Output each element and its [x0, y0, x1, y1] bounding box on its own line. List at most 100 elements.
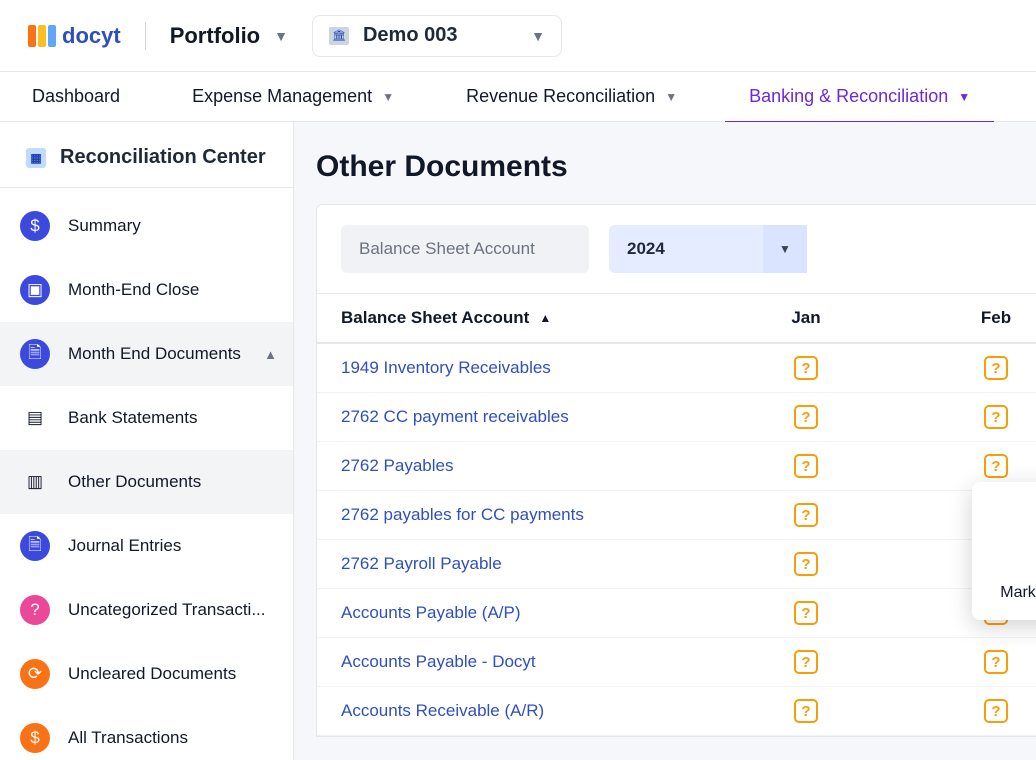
transactions-icon: $: [20, 723, 50, 753]
col-jan-header[interactable]: Jan: [711, 308, 901, 328]
nav-banking-reconciliation[interactable]: Banking & Reconciliation ▼: [713, 72, 1006, 122]
journal-icon: 🗎: [20, 531, 50, 561]
sidebar-item-label: Month End Documents: [68, 344, 246, 364]
nav-business[interactable]: Bu: [1006, 72, 1036, 122]
status-missing-icon[interactable]: ?: [794, 699, 818, 723]
table-row: 2762 payables for CC payments??: [317, 491, 1036, 540]
account-link[interactable]: 2762 CC payment receivables: [317, 407, 711, 427]
divider: [0, 187, 293, 188]
status-missing-icon[interactable]: ?: [794, 601, 818, 625]
sidebar-item-other-documents[interactable]: ▥ Other Documents: [0, 450, 293, 514]
caret-down-icon: ▼: [531, 28, 545, 44]
status-missing-icon[interactable]: ?: [984, 405, 1008, 429]
logo[interactable]: docyt: [28, 23, 121, 49]
status-feb: ?: [901, 650, 1036, 674]
nav-label: Banking & Reconciliation: [749, 86, 948, 107]
status-missing-icon[interactable]: ?: [794, 552, 818, 576]
year-select[interactable]: 2024 ▼: [609, 225, 807, 273]
nav-label: Dashboard: [32, 86, 120, 107]
status-jan: ?: [711, 356, 901, 380]
sidebar-item-all-transactions[interactable]: $ All Transactions: [0, 706, 293, 760]
sidebar-item-month-end-close[interactable]: ▣ Month-End Close: [0, 258, 293, 322]
portfolio-label: Portfolio: [170, 23, 260, 49]
nav-dashboard[interactable]: Dashboard: [32, 72, 156, 122]
sidebar-item-summary[interactable]: $ Summary: [0, 194, 293, 258]
sidebar-item-uncategorized[interactable]: ? Uncategorized Transacti...: [0, 578, 293, 642]
main-nav: Dashboard Expense Management▼ Revenue Re…: [0, 72, 1036, 122]
account-link[interactable]: Accounts Payable (A/P): [317, 603, 711, 623]
divider: [145, 22, 146, 50]
filter-placeholder: Balance Sheet Account: [359, 239, 535, 259]
sidebar-item-bank-statements[interactable]: ▤ Bank Statements: [0, 386, 293, 450]
sidebar-item-label: Other Documents: [68, 472, 277, 492]
documents-icon: 🗎: [20, 339, 50, 369]
account-link[interactable]: 2762 Payroll Payable: [317, 554, 711, 574]
sidebar-item-journal-entries[interactable]: 🗎 Journal Entries: [0, 514, 293, 578]
sidebar-item-label: Uncategorized Transacti...: [68, 600, 277, 620]
business-select-left: 🏛 Demo 003: [329, 24, 458, 47]
account-link[interactable]: Accounts Payable - Docyt: [317, 652, 711, 672]
sort-asc-icon: ▲: [539, 311, 551, 325]
col-feb-header[interactable]: Feb: [901, 308, 1036, 328]
year-value: 2024: [609, 225, 683, 273]
business-name: Demo 003: [363, 24, 458, 47]
account-filter-input[interactable]: Balance Sheet Account: [341, 225, 589, 273]
chevron-up-icon: ▲: [264, 347, 277, 362]
building-icon: 🏛: [329, 27, 349, 45]
page-title: Other Documents: [316, 150, 1036, 184]
reconciliation-icon: ▦: [26, 148, 46, 168]
status-missing-icon[interactable]: ?: [794, 356, 818, 380]
business-select[interactable]: 🏛 Demo 003 ▼: [312, 15, 562, 57]
nav-revenue-reconciliation[interactable]: Revenue Reconciliation▼: [430, 72, 713, 122]
account-link[interactable]: Accounts Receivable (A/R): [317, 701, 711, 721]
status-feb: ?: [901, 454, 1036, 478]
sidebar-header: ▦ Reconciliation Center: [0, 122, 293, 187]
portfolio-dropdown[interactable]: Portfolio ▼: [170, 23, 288, 49]
status-feb: ?: [901, 405, 1036, 429]
summary-icon: $: [20, 211, 50, 241]
sidebar-item-label: Summary: [68, 216, 277, 236]
table-row: 1949 Inventory Receivables??: [317, 344, 1036, 393]
status-missing-icon[interactable]: ?: [794, 405, 818, 429]
sidebar: ▦ Reconciliation Center $ Summary ▣ Mont…: [0, 122, 294, 760]
menu-mark-no-document[interactable]: Mark as 'No Document Available': [972, 572, 1036, 614]
caret-down-icon: ▼: [773, 242, 797, 256]
nav-expense-management[interactable]: Expense Management▼: [156, 72, 430, 122]
status-jan: ?: [711, 650, 901, 674]
status-missing-icon[interactable]: ?: [984, 699, 1008, 723]
sidebar-item-uncleared[interactable]: ⟳ Uncleared Documents: [0, 642, 293, 706]
nav-label: Expense Management: [192, 86, 372, 107]
table-body: 1949 Inventory Receivables?? 2762 CC paym…: [317, 344, 1036, 736]
col-account-label: Balance Sheet Account: [341, 308, 529, 328]
status-jan: ?: [711, 454, 901, 478]
account-link[interactable]: 2762 Payables: [317, 456, 711, 476]
menu-upload-document[interactable]: Upload Document: [972, 488, 1036, 530]
table-row: Accounts Payable - Docyt??: [317, 638, 1036, 687]
menu-request-document[interactable]: Request Document: [972, 530, 1036, 572]
status-missing-icon[interactable]: ?: [794, 650, 818, 674]
table-header: Balance Sheet Account ▲ Jan Feb: [317, 294, 1036, 344]
status-missing-icon[interactable]: ?: [794, 454, 818, 478]
status-missing-icon[interactable]: ?: [984, 454, 1008, 478]
status-missing-icon[interactable]: ?: [984, 650, 1008, 674]
caret-down-icon: ▼: [274, 28, 288, 44]
account-link[interactable]: 1949 Inventory Receivables: [317, 358, 711, 378]
documents-panel: Balance Sheet Account 2024 ▼ Balance She…: [316, 204, 1036, 737]
status-context-menu: Upload Document Request Document Mark as…: [972, 482, 1036, 620]
nav-label: Revenue Reconciliation: [466, 86, 655, 107]
sidebar-title: Reconciliation Center: [60, 146, 266, 169]
other-documents-icon: ▥: [20, 467, 50, 497]
filters-row: Balance Sheet Account 2024 ▼: [317, 205, 1036, 294]
account-link[interactable]: 2762 payables for CC payments: [317, 505, 711, 525]
status-jan: ?: [711, 601, 901, 625]
sidebar-item-label: All Transactions: [68, 728, 277, 748]
status-feb: ?: [901, 356, 1036, 380]
question-icon: ?: [20, 595, 50, 625]
status-missing-icon[interactable]: ?: [984, 356, 1008, 380]
sidebar-item-label: Journal Entries: [68, 536, 277, 556]
status-jan: ?: [711, 405, 901, 429]
sidebar-item-month-end-documents[interactable]: 🗎 Month End Documents ▲: [0, 322, 293, 386]
status-missing-icon[interactable]: ?: [794, 503, 818, 527]
caret-down-icon: ▼: [958, 90, 970, 104]
col-account-header[interactable]: Balance Sheet Account ▲: [317, 308, 711, 328]
